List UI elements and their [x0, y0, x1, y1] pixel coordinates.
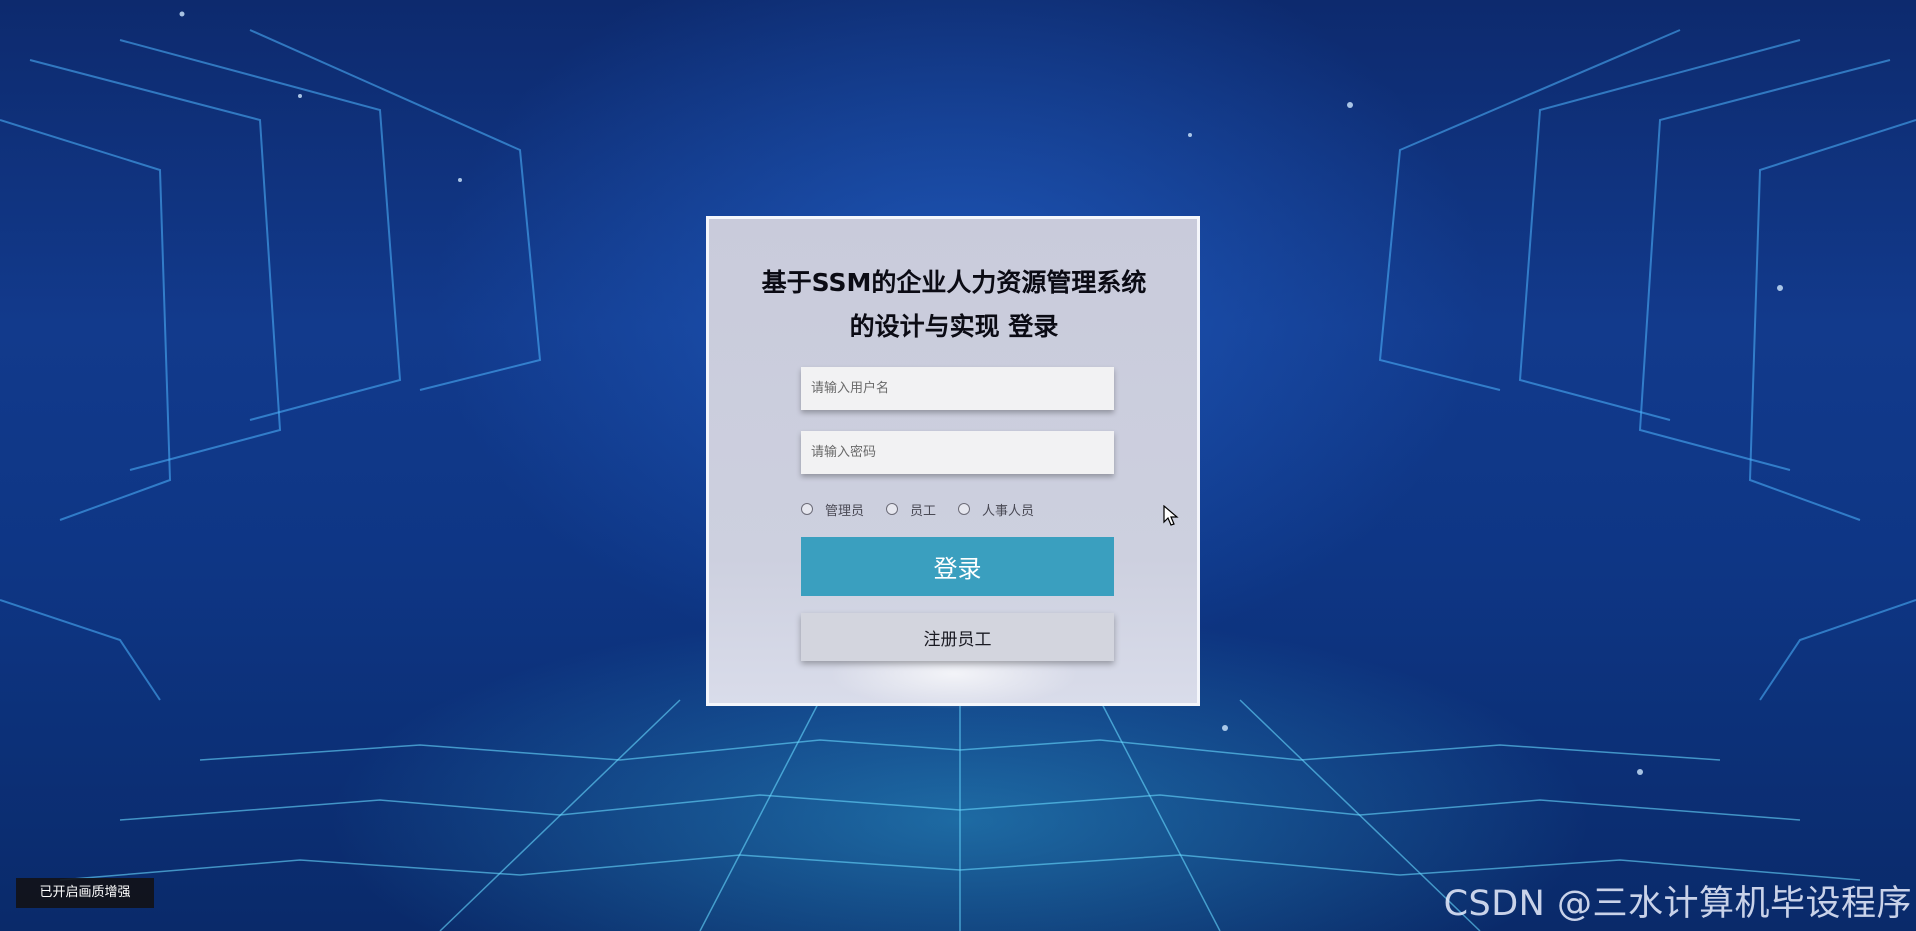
password-input[interactable] — [801, 431, 1114, 474]
csdn-watermark: CSDN @三水计算机毕设程序 — [1443, 884, 1912, 924]
role-option-hr[interactable]: 人事人员 — [958, 500, 1034, 519]
login-card: 基于SSM的企业人力资源管理系统的设计与实现 登录 管理员 员工 人事人员 登录… — [706, 216, 1200, 709]
role-option-admin[interactable]: 管理员 — [801, 500, 864, 519]
login-title: 基于SSM的企业人力资源管理系统的设计与实现 登录 — [761, 268, 1147, 341]
role-label: 管理员 — [825, 503, 865, 519]
radio-circle-icon[interactable] — [801, 503, 813, 515]
radio-circle-icon[interactable] — [958, 503, 971, 515]
role-label: 员工 — [910, 503, 937, 519]
username-input[interactable] — [801, 367, 1114, 410]
role-label: 人事人员 — [982, 503, 1035, 519]
quality-enhance-badge: 已开启画质增强 — [16, 878, 154, 908]
mouse-pointer-icon — [1163, 505, 1179, 526]
role-radio-group: 管理员 员工 人事人员 — [801, 499, 1056, 519]
radio-circle-icon[interactable] — [886, 503, 899, 515]
login-button[interactable]: 登录 — [801, 537, 1114, 596]
register-employee-button[interactable]: 注册员工 — [801, 613, 1114, 661]
role-option-employee[interactable]: 员工 — [886, 500, 936, 519]
